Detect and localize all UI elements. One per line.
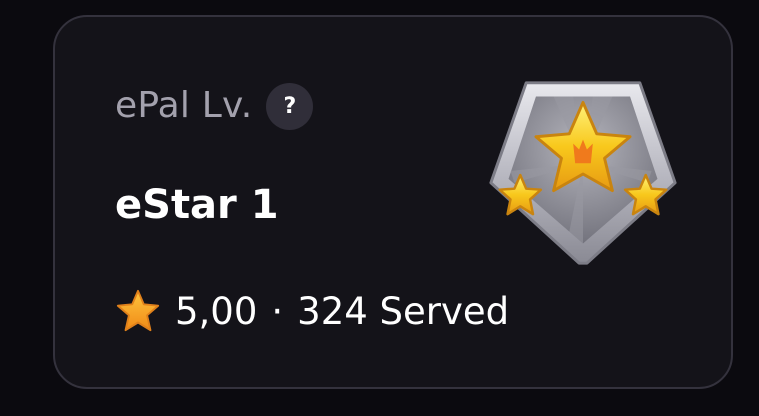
rating-served-row: 5,00 · 324 Served <box>115 287 509 335</box>
level-label: ePal Lv. <box>115 85 253 126</box>
separator: · <box>271 289 284 333</box>
estar-level-badge-icon <box>489 81 677 265</box>
epal-level-card: ePal Lv. ? eStar 1 5,00 · 324 Served <box>53 15 733 389</box>
star-icon <box>116 289 160 332</box>
rating-value: 5,00 <box>175 289 258 333</box>
served-count: 324 Served <box>297 289 510 333</box>
level-label-row: ePal Lv. ? <box>115 82 314 130</box>
help-glyph: ? <box>283 93 297 119</box>
level-name: eStar 1 <box>115 182 279 228</box>
help-icon[interactable]: ? <box>266 82 314 130</box>
